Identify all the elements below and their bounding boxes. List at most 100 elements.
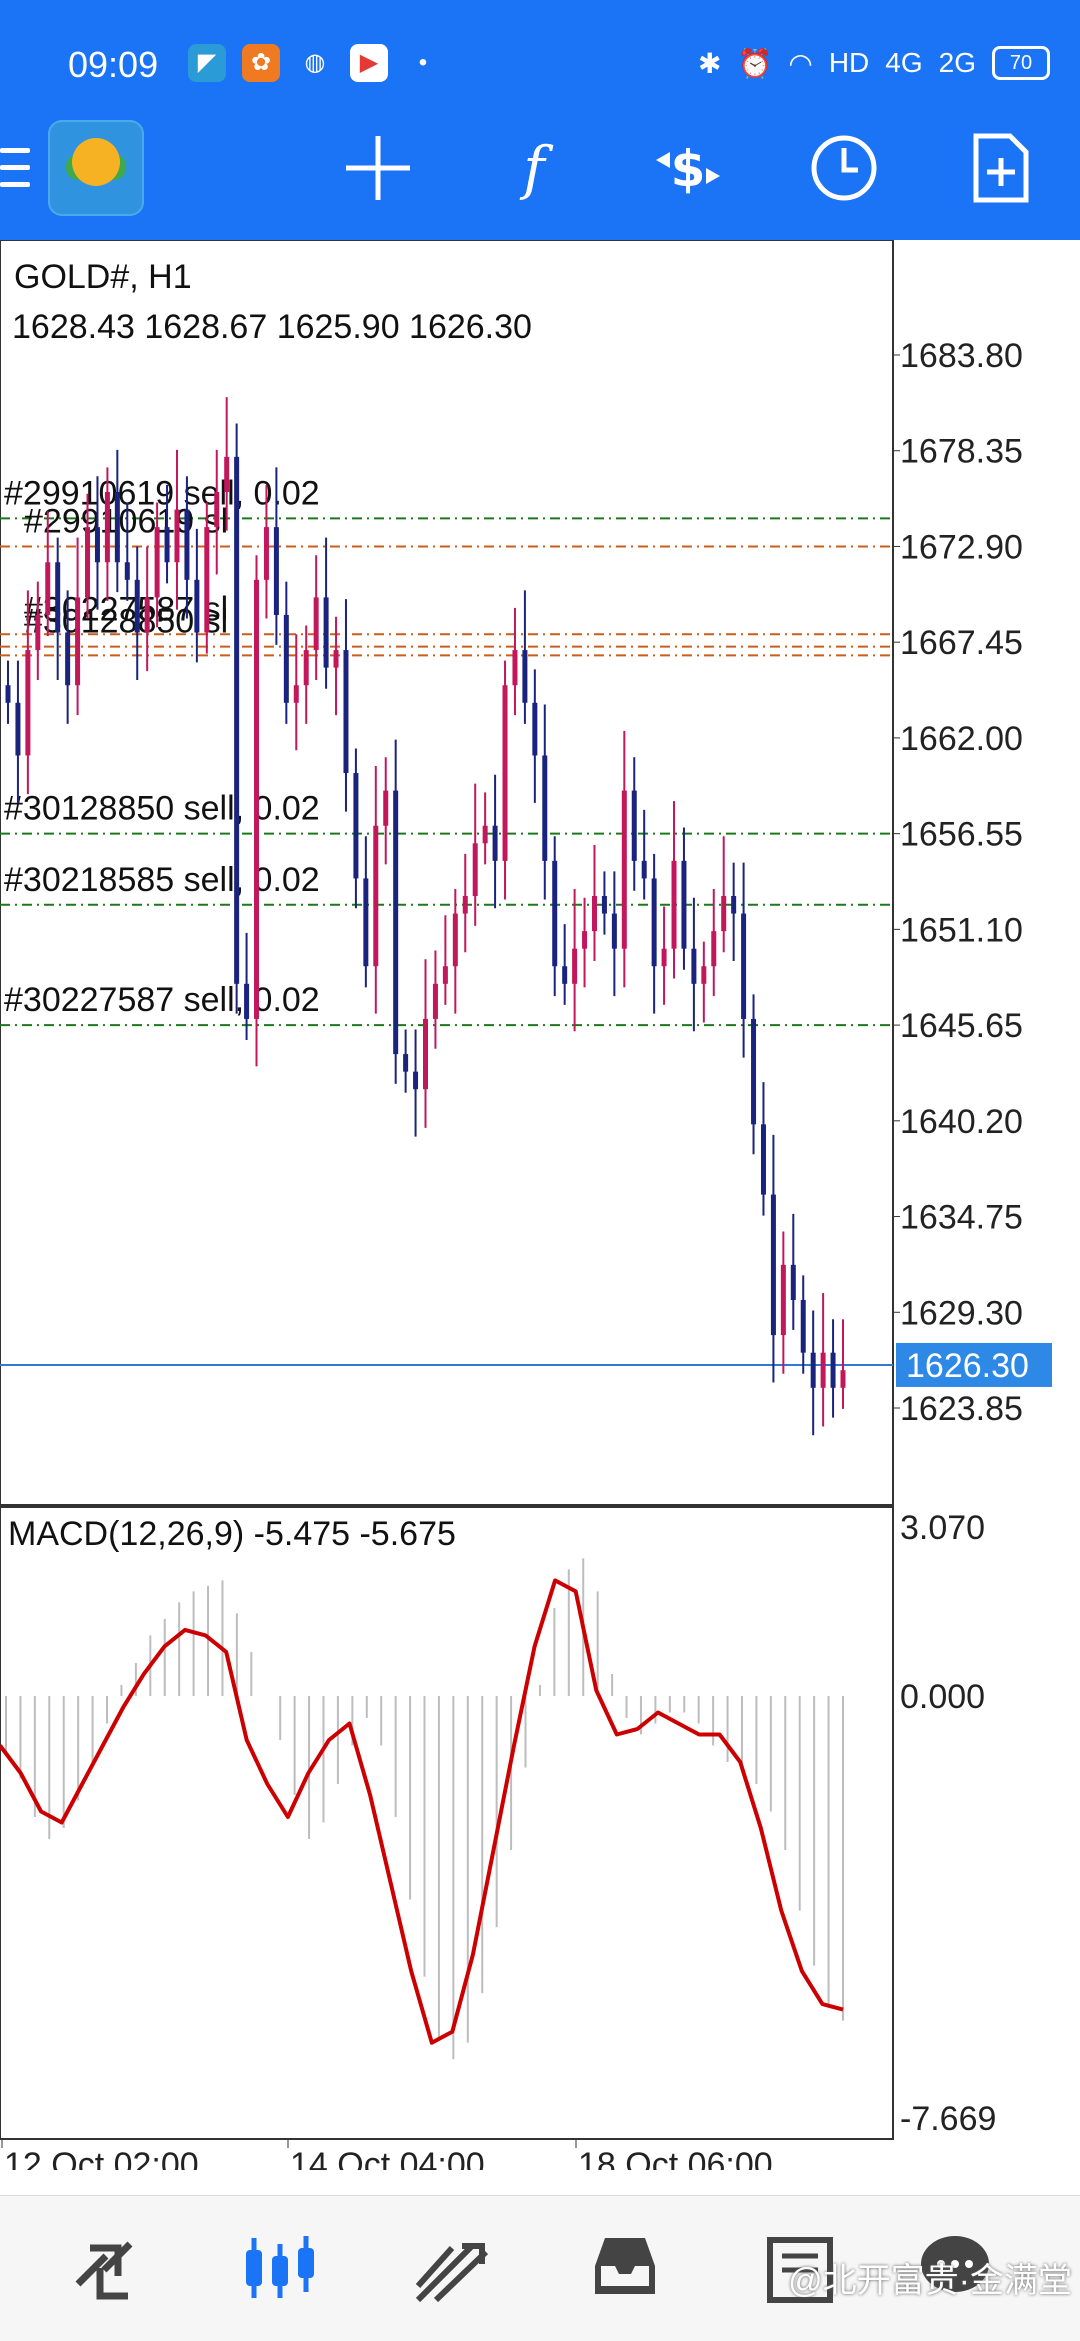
candle-body xyxy=(552,860,558,967)
candle-body xyxy=(572,948,578,984)
candle-body xyxy=(134,579,140,633)
candle-body xyxy=(601,895,607,914)
candle-body xyxy=(423,1018,428,1090)
candle-body xyxy=(432,983,438,1019)
candle-body xyxy=(532,702,538,756)
price-axis-label: 1667.45 xyxy=(900,624,1023,662)
candle-body xyxy=(452,913,458,967)
candle-body xyxy=(35,614,41,651)
time-axis-label: 12 Oct 02:00 xyxy=(4,2146,199,2170)
candle-body xyxy=(313,597,319,651)
svg-text:f: f xyxy=(519,134,554,202)
candle-body xyxy=(462,895,468,914)
candle-body xyxy=(75,597,81,686)
candle-body xyxy=(363,878,369,967)
candle-body xyxy=(760,1124,766,1195)
candle-body xyxy=(323,597,329,668)
candle-body xyxy=(482,825,488,844)
candle-body xyxy=(104,492,110,563)
candle-body xyxy=(840,1370,846,1388)
candle-body xyxy=(780,1264,786,1336)
candle-body xyxy=(711,931,717,967)
menu-icon[interactable] xyxy=(0,148,30,199)
price-axis-label: 1672.90 xyxy=(900,528,1023,566)
candle-body xyxy=(184,509,190,580)
candle-body xyxy=(492,825,498,861)
candle-body xyxy=(741,913,747,1019)
wechat-icon: ◍ xyxy=(304,49,326,76)
price-axis-label: 1634.75 xyxy=(900,1199,1023,1237)
app-icon: ✿ xyxy=(242,44,280,82)
battery-icon: 70 xyxy=(992,46,1050,80)
price-axis-label: 1623.85 xyxy=(900,1390,1023,1428)
candle-body xyxy=(751,1018,757,1125)
macd-axis-label: -7.669 xyxy=(900,2100,996,2138)
bluetooth-icon: ✱ xyxy=(698,47,722,79)
new-order-icon[interactable] xyxy=(962,130,1038,206)
candle-body xyxy=(611,913,617,949)
candle-body xyxy=(65,632,71,686)
order-label: #30218585 sell, 0.02 xyxy=(4,861,320,899)
price-axis-label: 1656.55 xyxy=(900,816,1023,854)
candle-body xyxy=(681,860,687,949)
candle-body xyxy=(393,790,399,1055)
price-axis-label: 1645.65 xyxy=(900,1007,1023,1045)
trade-icon[interactable]: $ xyxy=(650,130,726,206)
network-type: HD xyxy=(828,47,870,78)
notification-icons: ◤ ✿ ◍ ▶ • xyxy=(188,44,442,82)
top-toolbar: f $ xyxy=(0,110,1080,240)
candle-body xyxy=(383,790,389,826)
candle-body xyxy=(45,562,51,615)
candle-body xyxy=(85,527,91,598)
macd-axis-label: 3.070 xyxy=(900,1509,985,1547)
candle-body xyxy=(94,527,100,563)
candle-body xyxy=(373,825,379,967)
candle-body xyxy=(343,650,349,774)
candle-body xyxy=(403,1054,409,1072)
candle-body xyxy=(174,509,180,563)
candle-body xyxy=(333,650,339,668)
crosshair-icon[interactable] xyxy=(340,130,416,206)
candle-body xyxy=(442,966,448,984)
price-axis-label: 1651.10 xyxy=(900,911,1023,949)
candle-body xyxy=(631,790,637,861)
candle-body xyxy=(234,456,240,984)
candle-body xyxy=(224,456,230,493)
candle-body xyxy=(582,931,588,949)
candle-body xyxy=(770,1194,776,1336)
candle-body xyxy=(263,527,269,580)
candle-body xyxy=(701,966,707,984)
system-icons: ✱ ⏰ ◠ HD 4G 2G 70 xyxy=(698,46,1050,80)
candle-body xyxy=(204,527,210,633)
macd-axis-label: 0.000 xyxy=(900,1678,985,1716)
trade-icon[interactable] xyxy=(412,2226,492,2306)
candle-body xyxy=(353,773,359,879)
candle-body xyxy=(55,562,61,633)
candle-body xyxy=(214,492,220,528)
candle-body xyxy=(542,755,548,861)
candle-body xyxy=(502,685,508,861)
clock: 09:09 xyxy=(68,44,159,85)
wifi-icon: ◠ xyxy=(788,47,813,79)
candle-body xyxy=(244,983,250,1019)
dot-icon: • xyxy=(418,49,428,76)
chart-icon[interactable] xyxy=(240,2226,320,2306)
candle-body xyxy=(562,966,568,984)
quotes-icon[interactable] xyxy=(70,2226,150,2306)
candle-body xyxy=(164,527,170,563)
signal-2g: 2G xyxy=(938,47,976,78)
history-icon[interactable] xyxy=(585,2226,665,2306)
candle-body xyxy=(721,895,727,932)
candle-body xyxy=(661,948,667,967)
macd-label: MACD(12,26,9) -5.475 -5.675 xyxy=(8,1515,456,1553)
candle-body xyxy=(283,614,289,703)
metatrader-logo[interactable] xyxy=(48,120,144,216)
indicators-icon[interactable]: f xyxy=(496,130,572,206)
symbol-label: GOLD#, H1 xyxy=(14,258,192,296)
candle-body xyxy=(25,650,31,756)
candle-body xyxy=(651,878,657,967)
video-icon: ▶ xyxy=(350,44,388,82)
candle-body xyxy=(731,895,737,914)
price-chart[interactable]: 1626.30#29910619 sell, 0.02#29910619 sl#… xyxy=(0,240,1080,2170)
clock-icon[interactable] xyxy=(806,130,882,206)
